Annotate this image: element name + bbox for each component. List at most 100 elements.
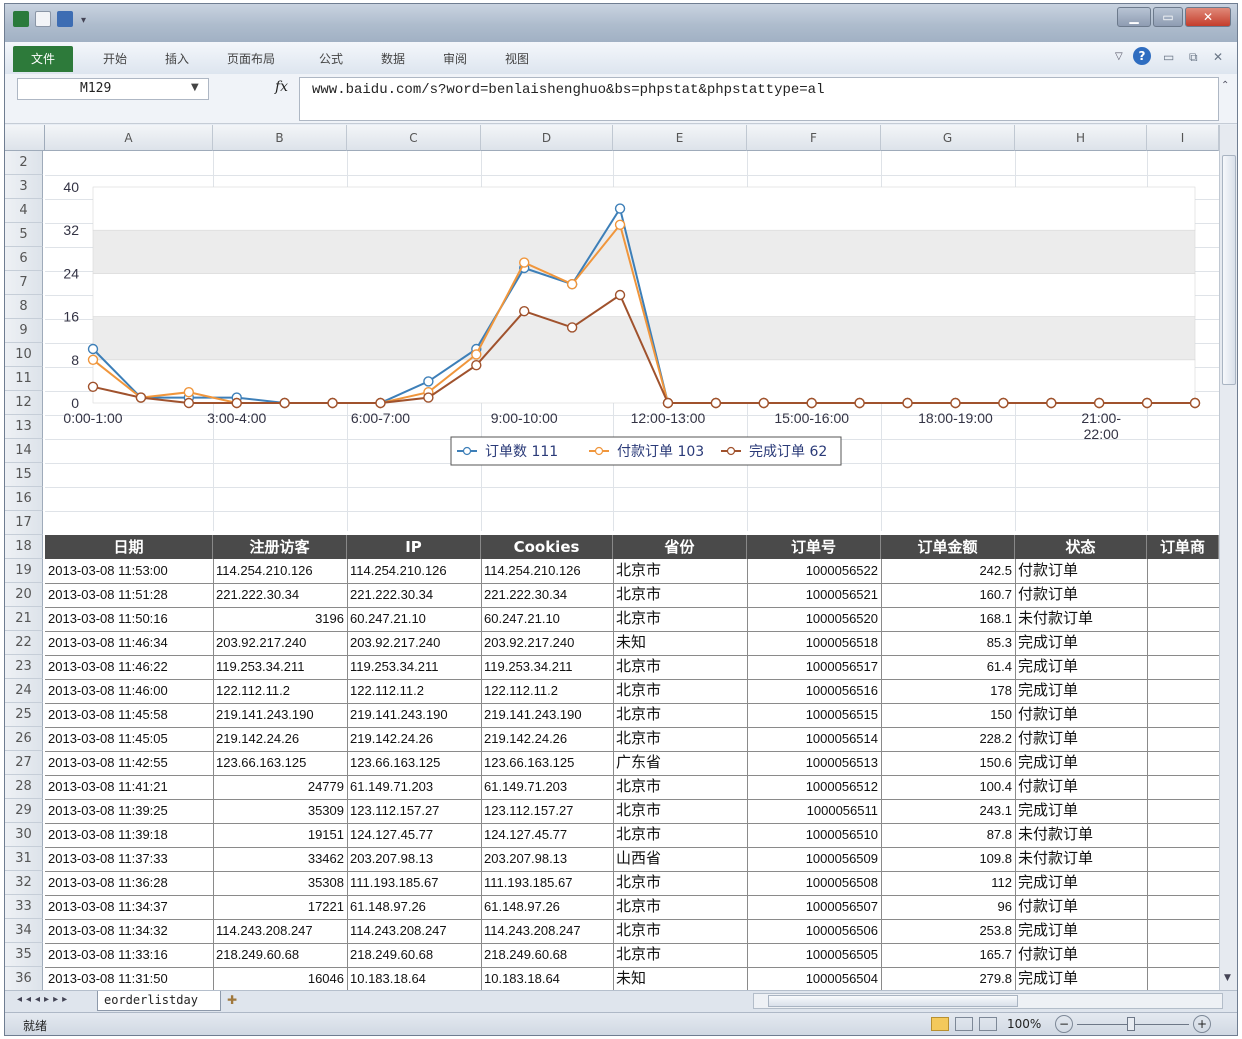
row-header-13[interactable]: 13	[5, 415, 43, 439]
table-cell[interactable]: 61.149.71.203	[481, 775, 613, 799]
table-cell[interactable]: 123.66.163.125	[213, 751, 347, 775]
table-cell[interactable]: 221.222.30.34	[347, 583, 481, 607]
table-cell[interactable]: 124.127.45.77	[347, 823, 481, 847]
table-cell[interactable]: 1000056521	[747, 583, 881, 607]
row-header-26[interactable]: 26	[5, 727, 43, 751]
table-cell[interactable]: 2013-03-08 11:37:33	[45, 847, 213, 871]
table-cell[interactable]: 221.222.30.34	[213, 583, 347, 607]
table-cell[interactable]: 123.112.157.27	[347, 799, 481, 823]
table-cell[interactable]: 1000056512	[747, 775, 881, 799]
column-header-h[interactable]: H	[1015, 125, 1147, 151]
table-cell[interactable]: 219.142.24.26	[213, 727, 347, 751]
table-cell[interactable]: 1000056509	[747, 847, 881, 871]
table-cell[interactable]: 北京市	[613, 679, 747, 703]
column-header-f[interactable]: F	[747, 125, 881, 151]
table-cell[interactable]: 1000056513	[747, 751, 881, 775]
table-cell[interactable]: 150	[881, 703, 1015, 727]
table-cell[interactable]: 完成订单	[1015, 919, 1147, 943]
row-header-18[interactable]: 18	[5, 535, 43, 559]
table-header-cell[interactable]: 注册访客	[213, 535, 347, 559]
table-cell[interactable]: 160.7	[881, 583, 1015, 607]
table-cell[interactable]: 1000056517	[747, 655, 881, 679]
row-header-8[interactable]: 8	[5, 295, 43, 319]
row-header-14[interactable]: 14	[5, 439, 43, 463]
table-cell[interactable]: 完成订单	[1015, 871, 1147, 895]
scroll-thumb[interactable]	[1222, 155, 1236, 385]
table-cell[interactable]: 10.183.18.64	[481, 967, 613, 990]
table-cell[interactable]: 1000056518	[747, 631, 881, 655]
row-header-27[interactable]: 27	[5, 751, 43, 775]
table-cell[interactable]: 218.249.60.68	[213, 943, 347, 967]
table-cell[interactable]: 北京市	[613, 559, 747, 583]
table-cell[interactable]: 178	[881, 679, 1015, 703]
tab-file[interactable]: 文件	[13, 46, 73, 72]
table-cell[interactable]: 完成订单	[1015, 799, 1147, 823]
table-cell[interactable]: 61.148.97.26	[347, 895, 481, 919]
hscroll-thumb[interactable]	[768, 995, 1018, 1007]
fx-icon[interactable]: fx	[275, 79, 288, 95]
row-header-11[interactable]: 11	[5, 367, 43, 391]
table-cell[interactable]: 122.112.11.2	[481, 679, 613, 703]
table-cell[interactable]: 122.112.11.2	[213, 679, 347, 703]
table-cell[interactable]: 60.247.21.10	[481, 607, 613, 631]
table-cell[interactable]: 61.148.97.26	[481, 895, 613, 919]
row-header-29[interactable]: 29	[5, 799, 43, 823]
row-header-12[interactable]: 12	[5, 391, 43, 415]
table-cell[interactable]: 北京市	[613, 775, 747, 799]
table-cell[interactable]: 114.254.210.126	[481, 559, 613, 583]
table-cell[interactable]: 北京市	[613, 871, 747, 895]
table-header-cell[interactable]: 日期	[45, 535, 213, 559]
table-cell[interactable]: 35308	[213, 871, 347, 895]
table-cell[interactable]: 1000056508	[747, 871, 881, 895]
table-cell[interactable]: 218.249.60.68	[481, 943, 613, 967]
tab-insert[interactable]: 插入	[165, 50, 189, 67]
table-cell[interactable]: 33462	[213, 847, 347, 871]
table-cell[interactable]: 付款订单	[1015, 559, 1147, 583]
table-cell[interactable]: 北京市	[613, 655, 747, 679]
page-layout-view-icon[interactable]	[955, 1017, 973, 1031]
table-cell[interactable]: 96	[881, 895, 1015, 919]
row-header-10[interactable]: 10	[5, 343, 43, 367]
row-header-16[interactable]: 16	[5, 487, 43, 511]
row-header-7[interactable]: 7	[5, 271, 43, 295]
table-cell[interactable]: 未付款订单	[1015, 847, 1147, 871]
row-header-36[interactable]: 36	[5, 967, 43, 990]
table-cell[interactable]: 2013-03-08 11:34:32	[45, 919, 213, 943]
save-icon[interactable]	[35, 11, 51, 27]
table-cell[interactable]: 85.3	[881, 631, 1015, 655]
row-header-28[interactable]: 28	[5, 775, 43, 799]
table-cell[interactable]: 2013-03-08 11:51:28	[45, 583, 213, 607]
new-sheet-icon[interactable]: ✚	[227, 993, 237, 1007]
table-cell[interactable]: 2013-03-08 11:31:50	[45, 967, 213, 990]
table-cell[interactable]: 未知	[613, 967, 747, 990]
window-minimize-icon[interactable]: ▭	[1163, 50, 1174, 64]
table-cell[interactable]: 165.7	[881, 943, 1015, 967]
tab-page-layout[interactable]: 页面布局	[227, 50, 275, 67]
row-header-32[interactable]: 32	[5, 871, 43, 895]
close-icon[interactable]: ✕	[1185, 7, 1231, 27]
zoom-in-button[interactable]: +	[1193, 1015, 1211, 1033]
row-header-24[interactable]: 24	[5, 679, 43, 703]
select-all-corner[interactable]	[5, 125, 45, 151]
table-cell[interactable]: 2013-03-08 11:33:16	[45, 943, 213, 967]
table-cell[interactable]: 付款订单	[1015, 583, 1147, 607]
row-header-3[interactable]: 3	[5, 175, 43, 199]
row-header-21[interactable]: 21	[5, 607, 43, 631]
maximize-icon[interactable]: ▭	[1153, 7, 1183, 27]
table-cell[interactable]: 114.243.208.247	[213, 919, 347, 943]
table-cell[interactable]: 2013-03-08 11:36:28	[45, 871, 213, 895]
row-header-31[interactable]: 31	[5, 847, 43, 871]
table-cell[interactable]: 203.92.217.240	[481, 631, 613, 655]
column-header-c[interactable]: C	[347, 125, 481, 151]
table-cell[interactable]: 完成订单	[1015, 751, 1147, 775]
table-cell[interactable]: 168.1	[881, 607, 1015, 631]
table-cell[interactable]: 87.8	[881, 823, 1015, 847]
row-header-5[interactable]: 5	[5, 223, 43, 247]
table-cell[interactable]: 2013-03-08 11:53:00	[45, 559, 213, 583]
table-cell[interactable]: 付款订单	[1015, 727, 1147, 751]
row-header-22[interactable]: 22	[5, 631, 43, 655]
table-cell[interactable]: 2013-03-08 11:39:18	[45, 823, 213, 847]
table-cell[interactable]: 114.243.208.247	[481, 919, 613, 943]
row-header-4[interactable]: 4	[5, 199, 43, 223]
table-cell[interactable]: 119.253.34.211	[347, 655, 481, 679]
